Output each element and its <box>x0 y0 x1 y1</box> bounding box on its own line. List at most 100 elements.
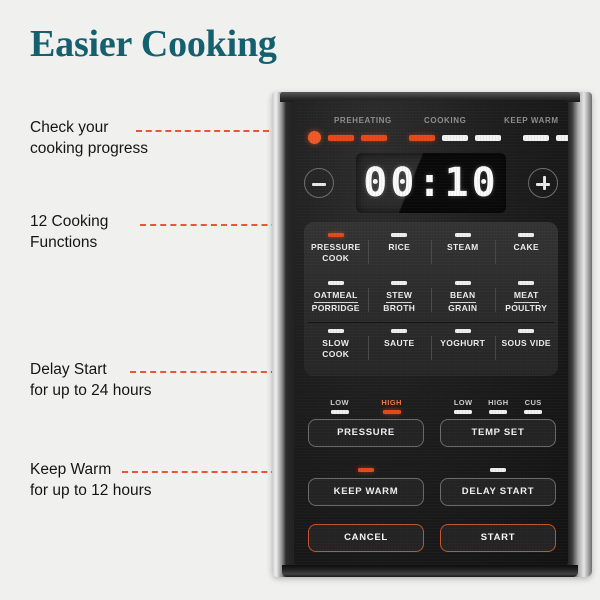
progress-segment-9 <box>556 134 568 141</box>
level-label: LOW <box>453 398 473 407</box>
delay-start-led <box>490 468 506 472</box>
level-led <box>382 410 401 414</box>
temp-set-group: LOW HIGH CUS TEMP SET <box>440 398 556 447</box>
pressure-group: LOW HIGH PRESSURE <box>308 398 424 447</box>
stage-label-preheating: PREHEATING <box>334 116 392 125</box>
timer-display: 00:10 <box>356 153 506 213</box>
progress-segment-1 <box>328 134 354 141</box>
function-label: SOUS VIDE <box>501 338 551 348</box>
temp-set-button[interactable]: TEMP SET <box>440 418 556 447</box>
level-led <box>330 410 349 414</box>
function-label: STEW BROTH <box>383 290 416 314</box>
progress-segments <box>308 131 568 144</box>
cancel-group: CANCEL <box>308 524 424 552</box>
level-label: HIGH <box>488 398 509 407</box>
temp-level-high[interactable]: HIGH <box>488 398 508 414</box>
function-led <box>327 329 344 333</box>
function-button-cake[interactable]: CAKE <box>494 226 559 274</box>
progress-start-dot <box>308 131 321 144</box>
function-label: PRESSURE COOK <box>310 242 361 264</box>
timer-display-row: 00:10 <box>304 152 558 214</box>
delay-start-group: DELAY START <box>440 468 556 506</box>
progress-stage-labels: PREHEATING COOKING KEEP WARM <box>308 116 559 128</box>
function-label: MEAT POULTRY <box>505 290 548 314</box>
function-led <box>327 281 344 285</box>
decrease-time-button[interactable] <box>304 168 334 198</box>
increase-time-button[interactable] <box>528 168 558 198</box>
level-label: LOW <box>330 398 349 407</box>
function-button-steam[interactable]: STEAM <box>431 226 495 274</box>
mode-settings-row: LOW HIGH PRESSURE LOW HIGH CUS TEMP SET <box>308 398 556 447</box>
stage-label-keep-warm: KEEP WARM <box>504 116 559 125</box>
function-button-stew-broth[interactable]: STEW BROTH <box>367 274 432 322</box>
keep-warm-button[interactable]: KEEP WARM <box>308 478 424 506</box>
level-led <box>524 410 543 414</box>
function-button-slow-cook[interactable]: SLOW COOK <box>304 322 368 370</box>
level-label: CUS <box>524 398 542 407</box>
function-label: YOGHURT <box>440 338 486 348</box>
function-label: OATMEAL PORRIDGE <box>311 290 360 314</box>
function-label: SLOW COOK <box>322 338 350 360</box>
level-led <box>454 410 473 414</box>
temp-level-low[interactable]: LOW <box>454 398 473 414</box>
function-button-oatmeal-porridge[interactable]: OATMEAL PORRIDGE <box>304 274 368 322</box>
function-label: CAKE <box>513 242 539 252</box>
progress-segment-2 <box>361 134 387 141</box>
start-group: START <box>440 524 556 552</box>
callout-delay-start: Delay Start for up to 24 hours <box>30 361 152 399</box>
level-label: HIGH <box>381 398 402 407</box>
minus-icon <box>312 182 326 186</box>
progress-segment-5 <box>442 134 468 141</box>
function-button-sous-vide[interactable]: SOUS VIDE <box>494 322 559 370</box>
control-panel-face: PREHEATING COOKING KEEP WARM 00:10 PRESS… <box>294 100 568 565</box>
function-row: SLOW COOK SAUTE YOGHURT SOUS VIDE <box>304 322 558 370</box>
cancel-button[interactable]: CANCEL <box>308 524 424 552</box>
pressure-level-low[interactable]: LOW <box>330 398 349 414</box>
function-led <box>518 233 535 237</box>
function-led <box>518 329 535 333</box>
cooking-function-grid: PRESSURE COOK RICE STEAM CAKE OATMEAL PORRIDG… <box>304 222 558 376</box>
stage-label-cooking: COOKING <box>424 116 467 125</box>
warm-delay-row: KEEP WARM DELAY START <box>308 468 556 506</box>
device-bottom-bevel <box>282 565 578 577</box>
function-led <box>391 233 408 237</box>
delay-start-button[interactable]: DELAY START <box>440 478 556 506</box>
progress-segment-3 <box>394 135 402 141</box>
function-button-bean-grain[interactable]: BEAN GRAIN <box>431 274 495 322</box>
function-led <box>391 281 408 285</box>
function-label: STEAM <box>447 242 479 252</box>
progress-segment-7 <box>508 135 516 141</box>
function-led <box>454 329 471 333</box>
function-button-meat-poultry[interactable]: MEAT POULTRY <box>494 274 559 322</box>
temp-level-cus[interactable]: CUS <box>524 398 543 414</box>
function-row: PRESSURE COOK RICE STEAM CAKE <box>304 226 558 274</box>
function-button-pressure-cook[interactable]: PRESSURE COOK <box>304 226 368 274</box>
callout-cooking-progress: Check your cooking progress <box>30 119 149 157</box>
pressure-cooker-control-panel: PREHEATING COOKING KEEP WARM 00:10 PRESS… <box>272 92 592 577</box>
progress-segment-6 <box>475 134 501 141</box>
function-row: OATMEAL PORRIDGE STEW BROTH BEAN GRAIN MEAT POU… <box>304 274 558 322</box>
level-led <box>489 410 508 414</box>
action-buttons-row: CANCEL START <box>308 524 556 552</box>
function-button-saute[interactable]: SAUTE <box>367 322 432 370</box>
function-led <box>391 329 408 333</box>
keep-warm-led <box>358 468 374 472</box>
function-label: BEAN GRAIN <box>448 290 478 314</box>
pressure-level-high[interactable]: HIGH <box>381 398 401 414</box>
pressure-button[interactable]: PRESSURE <box>308 418 424 447</box>
start-button[interactable]: START <box>440 524 556 552</box>
function-button-yoghurt[interactable]: YOGHURT <box>431 322 495 370</box>
function-button-rice[interactable]: RICE <box>367 226 432 274</box>
callout-cooking-functions: 12 Cooking Functions <box>30 213 109 251</box>
page-title: Easier Cooking <box>30 23 277 65</box>
cooking-progress-bar: PREHEATING COOKING KEEP WARM <box>308 116 568 150</box>
function-label: SAUTE <box>383 338 415 348</box>
plus-icon-vertical <box>542 176 546 190</box>
function-led <box>454 233 471 237</box>
temp-level-indicators: LOW HIGH CUS <box>440 398 556 414</box>
function-led <box>518 281 535 285</box>
callout-keep-warm: Keep Warm for up to 12 hours <box>30 461 152 499</box>
timer-display-value: 00:10 <box>363 160 499 206</box>
function-label: RICE <box>388 242 411 252</box>
progress-segment-4 <box>409 134 435 141</box>
